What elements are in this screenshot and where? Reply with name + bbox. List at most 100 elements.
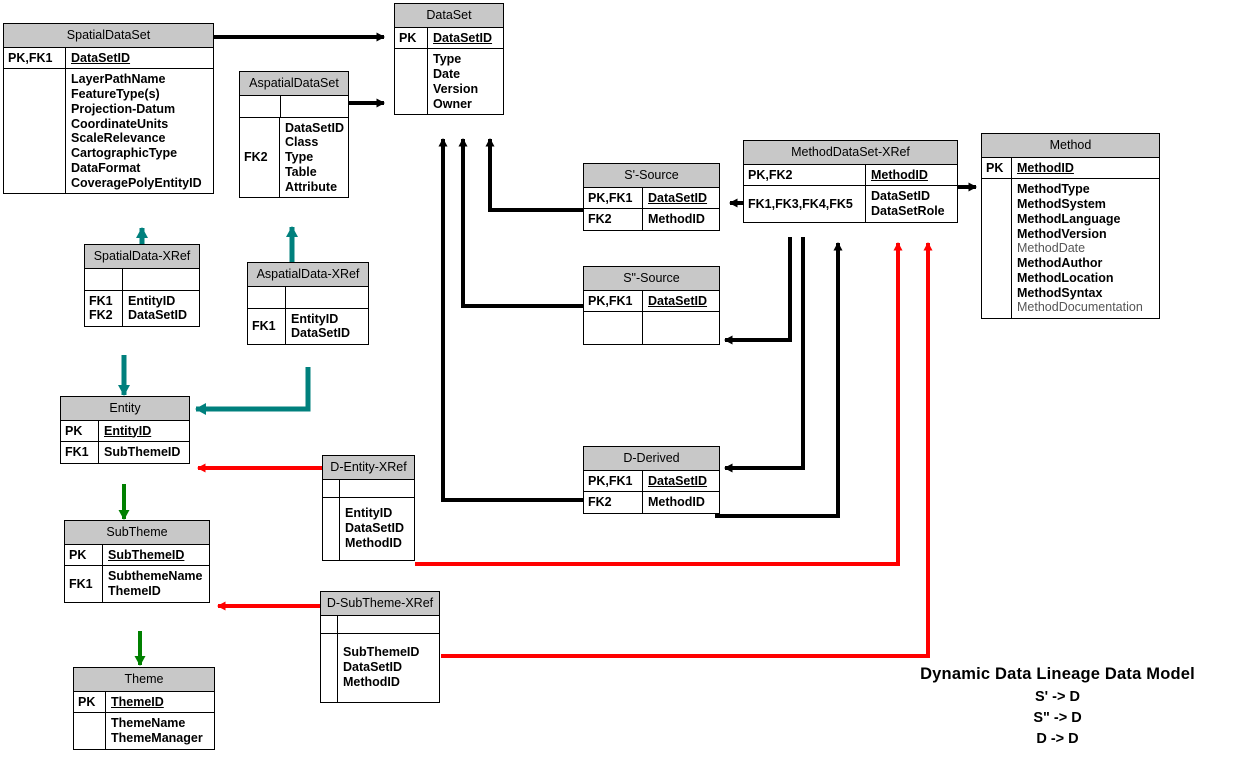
pk-attribute: DataSetID: [71, 50, 131, 65]
diagram-title: Dynamic Data Lineage Data Model: [920, 665, 1195, 683]
entity-pk-section: [248, 286, 368, 309]
entity-s-double-source[interactable]: S"-Source PK,FK1 DataSetID: [583, 266, 720, 346]
attribute-item: EntityID: [291, 311, 339, 326]
pk-key-label: PK,FK1: [584, 187, 643, 209]
attribute-item: MethodSyntax: [1017, 285, 1103, 300]
fk-key-label: FK1,FK3,FK4,FK5: [744, 186, 866, 222]
fk-key-label: [74, 713, 106, 749]
pk-attribute: DataSetID: [648, 293, 708, 308]
pk-key-label: PK: [74, 691, 106, 713]
pk-key-label: [85, 268, 123, 290]
attribute-item: Projection-Datum: [71, 101, 176, 116]
attribute-item: EntityID: [128, 293, 176, 308]
attribute-item: Type: [433, 52, 462, 67]
entity-aspatialdata-xref[interactable]: AspatialData-XRef FK1 EntityID DataSetID: [247, 262, 369, 345]
attribute-list: Type Date Version Owner: [428, 49, 503, 114]
entity-subtheme[interactable]: SubTheme PK SubThemeID FK1 SubthemeName T…: [64, 520, 210, 603]
pk-key-label: [321, 615, 338, 633]
entity-attr-section: [584, 312, 719, 345]
attribute-item: MethodLocation: [1017, 270, 1114, 285]
entity-s-prime-source[interactable]: S'-Source PK,FK1 DataSetID FK2 MethodID: [583, 163, 720, 231]
pk-attribute: ThemeID: [111, 694, 164, 709]
connector-dderived-methodxref: [715, 242, 843, 518]
pk-attribute: DataSetID: [648, 190, 708, 205]
fk-key-label: FK1: [248, 308, 286, 344]
entity-pk-section: PK,FK1 DataSetID: [4, 47, 213, 70]
attribute-list: [643, 312, 719, 344]
entity-pk-section: [240, 95, 348, 118]
pk-key-label: PK,FK1: [584, 470, 643, 492]
entity-entity[interactable]: Entity PK EntityID FK1 SubThemeID: [60, 396, 190, 464]
attribute-item: MethodAuthor: [1017, 256, 1103, 270]
fk-key-label: [584, 312, 643, 345]
attribute-item: DataSetID: [128, 308, 188, 323]
fk-key-label: [395, 49, 428, 115]
attribute-item: SubThemeID: [104, 445, 181, 460]
attribute-item: CartographicType: [71, 146, 178, 160]
attribute-item: MethodID: [345, 535, 402, 550]
entity-pk-section: [323, 479, 414, 498]
entity-title: Entity: [61, 397, 189, 421]
attribute-item: DataFormat: [71, 160, 141, 175]
entity-dataset[interactable]: DataSet PK DataSetID Type Date Version Owne…: [394, 3, 504, 116]
pk-key-label: PK: [65, 544, 103, 566]
fk-key-label: FK2: [584, 492, 643, 513]
pk-key-label: PK: [982, 157, 1012, 179]
attribute-item: DataSetRole: [871, 204, 945, 218]
attribute-item: MethodLanguage: [1017, 211, 1121, 226]
entity-aspatial-dataset[interactable]: AspatialDataSet FK2 DataSetID Class Type Ta…: [239, 71, 349, 199]
connector-sprime-dataset: [485, 138, 583, 212]
entity-attr-section: MethodType MethodSystem MethodLanguage Meth…: [982, 179, 1159, 318]
entity-pk-section: PK SubThemeID: [65, 544, 209, 567]
attribute-list: MethodID: [643, 492, 719, 513]
entity-attr-section: ThemeName ThemeManager: [74, 713, 214, 749]
entity-title: MethodDataSet-XRef: [744, 141, 957, 165]
entity-attr-section: FK1 SubthemeName ThemeID: [65, 566, 209, 602]
attribute-list: SubThemeID: [99, 442, 189, 463]
entity-title: Theme: [74, 668, 214, 692]
entity-theme[interactable]: Theme PK ThemeID ThemeName ThemeManager: [73, 667, 215, 750]
pk-key-label: PK,FK1: [584, 290, 643, 312]
entity-title: DataSet: [395, 4, 503, 28]
connector-aspatialxref-entity: [195, 367, 311, 415]
pk-attribute: DataSetID: [433, 30, 493, 45]
pk-key-label: PK,FK2: [744, 164, 866, 186]
connector-methodxref-sdouble: [724, 237, 792, 345]
entity-spatialdata-xref[interactable]: SpatialData-XRef FK1 FK2 EntityID DataSetI…: [84, 244, 200, 327]
entity-pk-section: PK,FK1 DataSetID: [584, 290, 719, 313]
attribute-item: ScaleRelevance: [71, 131, 166, 146]
legend-line-0: S' -> D: [1035, 688, 1080, 705]
attribute-item: Type: [284, 150, 314, 164]
attribute-item: MethodDocumentation: [1017, 300, 1143, 315]
entity-method-dataset-xref[interactable]: MethodDataSet-XRef PK,FK2 MethodID FK1,F…: [743, 140, 958, 223]
fk-key-label: FK1: [65, 566, 103, 602]
attribute-item: Class: [284, 135, 319, 150]
entity-title: D-Entity-XRef: [323, 456, 414, 480]
entity-method[interactable]: Method PK MethodID MethodType MethodSyste…: [981, 133, 1160, 319]
pk-key-label: PK,FK1: [4, 47, 66, 69]
entity-title: SubTheme: [65, 521, 209, 545]
attribute-item: Table: [284, 164, 317, 179]
entity-d-subtheme-xref[interactable]: D-SubTheme-XRef SubThemeID DataSetID Metho…: [320, 591, 440, 703]
entity-attr-section: Type Date Version Owner: [395, 49, 503, 115]
entity-attr-section: LayerPathName FeatureType(s) Projection-Da…: [4, 69, 213, 194]
attribute-item: ThemeManager: [111, 731, 203, 745]
entity-title: SpatialData-XRef: [85, 245, 199, 269]
attribute-item: CoveragePolyEntityID: [71, 175, 202, 190]
connector-dderived-dataset: [438, 138, 583, 502]
fk-key-label: [323, 497, 340, 560]
entity-attr-section: EntityID DataSetID MethodID: [323, 497, 414, 560]
attribute-list: EntityID DataSetID: [123, 291, 199, 327]
attribute-item: SubThemeID: [343, 645, 420, 660]
attribute-item: MethodSystem: [1017, 197, 1106, 211]
pk-attribute: [338, 616, 439, 633]
pk-attribute: [286, 287, 368, 308]
entity-d-entity-xref[interactable]: D-Entity-XRef EntityID DataSetID MethodID: [322, 455, 415, 561]
entity-attr-section: FK2 DataSetID Class Type Table Attribute: [240, 117, 348, 198]
attribute-item: DataSetID: [871, 189, 931, 204]
attribute-list: SubthemeName ThemeID: [103, 566, 209, 602]
entity-attr-section: FK2 MethodID: [584, 492, 719, 513]
entity-spatial-dataset[interactable]: SpatialDataSet PK,FK1 DataSetID LayerPat…: [3, 23, 214, 195]
entity-d-derived[interactable]: D-Derived PK,FK1 DataSetID FK2 MethodID: [583, 446, 720, 514]
pk-attribute: MethodID: [1017, 160, 1074, 175]
